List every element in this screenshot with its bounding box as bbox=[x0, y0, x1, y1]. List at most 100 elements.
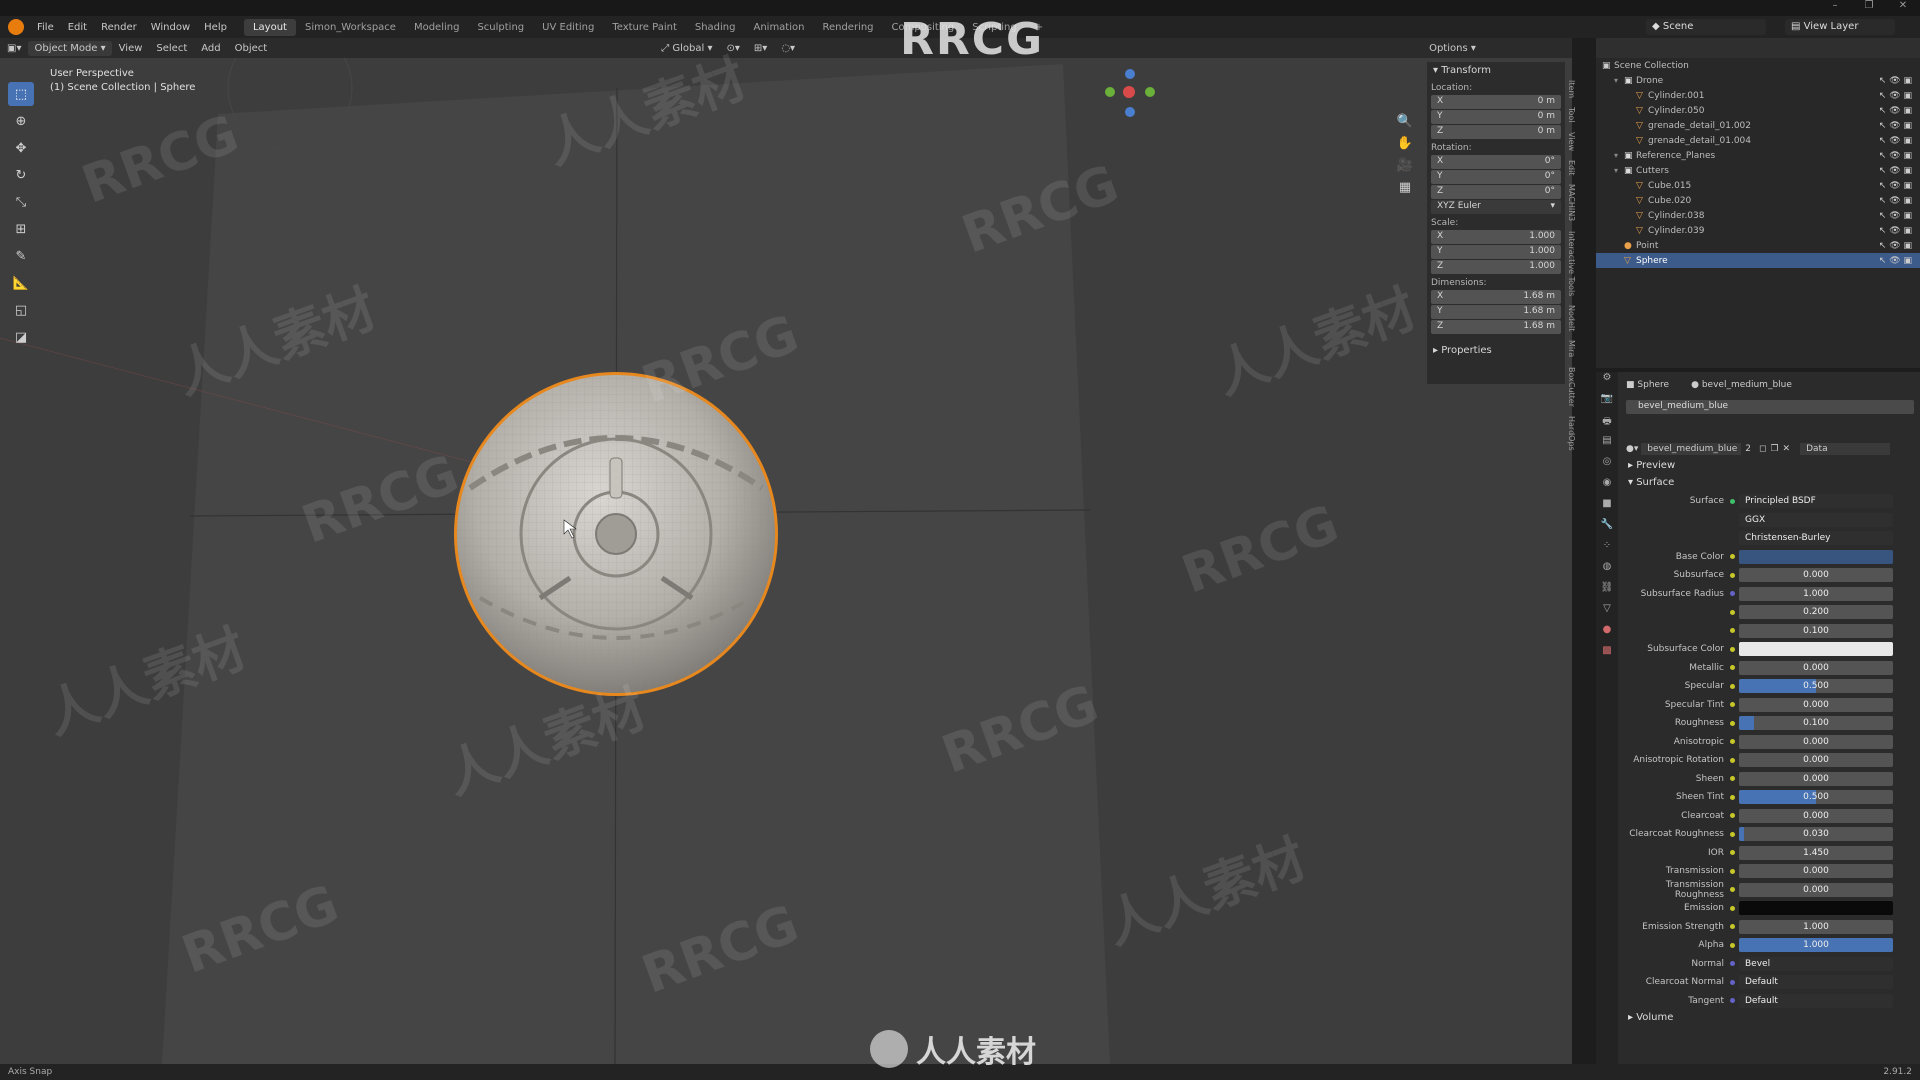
zoom-icon[interactable]: 🔍 bbox=[1395, 114, 1415, 136]
outliner-row[interactable]: ▽ grenade_detail_01.002 ↖ 👁 ▣ bbox=[1596, 118, 1920, 133]
constraints-tab-icon[interactable]: ⛓ bbox=[1596, 582, 1618, 603]
view-layer-tab-icon[interactable]: ▤ bbox=[1596, 435, 1618, 456]
workspace-tab[interactable]: Texture Paint bbox=[603, 19, 686, 36]
render-tab-icon[interactable]: 📷 bbox=[1596, 393, 1618, 414]
view-layer-selector[interactable]: ▤ View Layer bbox=[1785, 19, 1895, 35]
ortho-grid-icon[interactable]: ▦ bbox=[1395, 180, 1415, 202]
expand-icon[interactable]: ▾ bbox=[1614, 76, 1624, 85]
visibility-icon[interactable]: ↖ 👁 ▣ bbox=[1879, 211, 1912, 221]
cursor-icon[interactable]: ⊕ bbox=[8, 109, 34, 133]
property-field[interactable]: 0.000 bbox=[1739, 864, 1893, 879]
sphere-object[interactable] bbox=[454, 372, 778, 696]
close-icon[interactable]: ✕ bbox=[1886, 0, 1920, 16]
surface-shader-field[interactable]: Principled BSDF bbox=[1739, 494, 1893, 509]
visibility-icon[interactable]: ↖ 👁 ▣ bbox=[1879, 196, 1912, 206]
menu-render[interactable]: Render bbox=[94, 22, 144, 33]
scale-field[interactable]: X 1.000 bbox=[1431, 230, 1561, 244]
visibility-icon[interactable]: ↖ 👁 ▣ bbox=[1879, 166, 1912, 176]
socket-icon[interactable] bbox=[1730, 831, 1735, 837]
outliner-row[interactable]: ● Point ↖ 👁 ▣ bbox=[1596, 238, 1920, 253]
visibility-icon[interactable]: ↖ 👁 ▣ bbox=[1879, 256, 1912, 266]
unlink-icon[interactable]: ✕ bbox=[1783, 444, 1791, 454]
transform-header[interactable]: ▾ Transform bbox=[1427, 62, 1565, 80]
socket-icon[interactable] bbox=[1730, 591, 1735, 597]
dimensions-field[interactable]: X 1.68 m bbox=[1431, 290, 1561, 304]
property-field[interactable]: Bevel bbox=[1739, 956, 1893, 971]
world-tab-icon[interactable]: ◉ bbox=[1596, 477, 1618, 498]
options-dropdown[interactable]: Options ▾ bbox=[1422, 43, 1483, 54]
texture-tab-icon[interactable]: ▩ bbox=[1596, 645, 1618, 666]
property-field[interactable]: 0.500 bbox=[1739, 790, 1893, 805]
material-tab-icon[interactable]: ● bbox=[1596, 624, 1618, 645]
object-tab-icon[interactable]: ■ bbox=[1596, 498, 1618, 519]
socket-icon[interactable] bbox=[1730, 665, 1735, 671]
add-menu[interactable]: Add bbox=[194, 43, 227, 54]
tool-tab-icon[interactable]: ⚙ bbox=[1596, 372, 1618, 393]
property-field[interactable]: 0.000 bbox=[1739, 808, 1893, 823]
workspace-tab[interactable]: UV Editing bbox=[533, 19, 603, 36]
object-menu[interactable]: Object bbox=[228, 43, 275, 54]
location-field[interactable]: X 0 m bbox=[1431, 95, 1561, 109]
workspace-tab[interactable]: Modeling bbox=[405, 19, 469, 36]
property-field[interactable]: 0.200 bbox=[1739, 605, 1893, 620]
select-menu[interactable]: Select bbox=[149, 43, 194, 54]
pivot-icon[interactable]: ⊙▾ bbox=[720, 43, 747, 54]
outliner-row[interactable]: ▽ Cylinder.001 ↖ 👁 ▣ bbox=[1596, 88, 1920, 103]
sidebar-tab[interactable]: HardOps bbox=[1567, 416, 1576, 451]
property-field[interactable] bbox=[1739, 549, 1893, 564]
property-field[interactable] bbox=[1739, 901, 1893, 916]
pan-icon[interactable]: ✋ bbox=[1395, 136, 1415, 158]
blender-logo-icon[interactable] bbox=[8, 19, 24, 35]
orientation-dropdown[interactable]: ⤢ Global ▾ bbox=[654, 43, 719, 54]
scene-selector[interactable]: ◆ Scene bbox=[1646, 19, 1766, 35]
outliner-row[interactable]: ▽ Cube.020 ↖ 👁 ▣ bbox=[1596, 193, 1920, 208]
property-field[interactable]: 0.000 bbox=[1739, 568, 1893, 583]
select-box-icon[interactable]: ⬚ bbox=[8, 82, 34, 106]
socket-icon[interactable] bbox=[1730, 905, 1735, 911]
socket-icon[interactable] bbox=[1730, 942, 1735, 948]
socket-icon[interactable] bbox=[1730, 924, 1735, 930]
property-field[interactable]: 1.450 bbox=[1739, 845, 1893, 860]
outliner-row[interactable]: ▽ grenade_detail_01.004 ↖ 👁 ▣ bbox=[1596, 133, 1920, 148]
properties-header[interactable]: ▸ Properties bbox=[1427, 342, 1565, 360]
material-browse-icon[interactable]: ●▾ bbox=[1626, 444, 1638, 454]
scene-tab-icon[interactable]: ◎ bbox=[1596, 456, 1618, 477]
subsurface-method-dropdown[interactable]: Christensen-Burley bbox=[1739, 531, 1893, 546]
outliner-row[interactable]: ▽ Cylinder.039 ↖ 👁 ▣ bbox=[1596, 223, 1920, 238]
socket-icon[interactable] bbox=[1730, 646, 1735, 652]
workspace-tab[interactable]: Rendering bbox=[813, 19, 882, 36]
outliner-row[interactable]: ▾ ▣ Drone ↖ 👁 ▣ bbox=[1596, 73, 1920, 88]
property-field[interactable]: 0.000 bbox=[1739, 697, 1893, 712]
output-tab-icon[interactable]: 🖶 bbox=[1596, 414, 1618, 435]
surface-section[interactable]: ▾ Surface bbox=[1620, 475, 1920, 492]
modifier-tab-icon[interactable]: 🔧 bbox=[1596, 519, 1618, 540]
sidebar-tab[interactable]: View bbox=[1567, 132, 1576, 151]
expand-icon[interactable]: ▾ bbox=[1614, 166, 1624, 175]
property-field[interactable] bbox=[1739, 642, 1893, 657]
property-field[interactable]: 0.000 bbox=[1739, 660, 1893, 675]
outliner-row[interactable]: ▽ Sphere ↖ 👁 ▣ bbox=[1596, 253, 1920, 268]
material-slot[interactable]: bevel_medium_blue bbox=[1626, 400, 1914, 414]
workspace-tab[interactable]: Simon_Workspace bbox=[296, 19, 405, 36]
socket-icon[interactable] bbox=[1730, 739, 1735, 745]
workspace-tab[interactable]: Layout bbox=[243, 18, 296, 36]
socket-icon[interactable] bbox=[1730, 572, 1735, 578]
proportional-edit-icon[interactable]: ◌▾ bbox=[774, 43, 802, 54]
property-field[interactable]: Default bbox=[1739, 993, 1893, 1008]
move-icon[interactable]: ✥ bbox=[8, 136, 34, 160]
transform-icon[interactable]: ⊞ bbox=[8, 217, 34, 241]
scale-field[interactable]: Y 1.000 bbox=[1431, 245, 1561, 259]
sidebar-tab[interactable]: MACHIN3 bbox=[1567, 184, 1576, 221]
property-field[interactable]: 1.000 bbox=[1739, 919, 1893, 934]
scale-field[interactable]: Z 1.000 bbox=[1431, 260, 1561, 274]
annotate-icon[interactable]: ✎ bbox=[8, 244, 34, 268]
property-field[interactable]: 1.000 bbox=[1739, 586, 1893, 601]
visibility-icon[interactable]: ↖ 👁 ▣ bbox=[1879, 121, 1912, 131]
socket-icon[interactable] bbox=[1730, 998, 1735, 1004]
socket-icon[interactable] bbox=[1730, 868, 1735, 874]
view-menu[interactable]: View bbox=[112, 43, 150, 54]
scale-icon[interactable]: ⤡ bbox=[8, 190, 34, 214]
rotation-field[interactable]: X 0° bbox=[1431, 155, 1561, 169]
snap-icon[interactable]: ⊞▾ bbox=[747, 43, 774, 54]
socket-icon[interactable] bbox=[1730, 554, 1735, 560]
